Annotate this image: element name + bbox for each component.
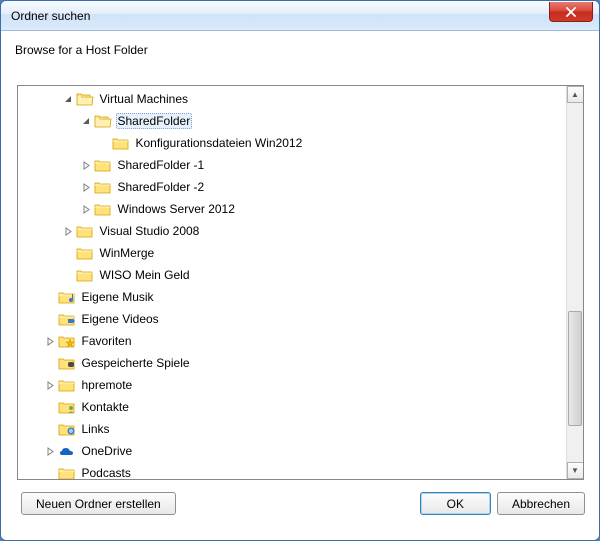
folder-icon <box>76 267 94 283</box>
indent <box>18 99 62 100</box>
tree-node-label: OneDrive <box>80 443 135 459</box>
tree-node[interactable]: Windows Server 2012 <box>18 198 566 220</box>
tree-node[interactable]: Podcasts <box>18 462 566 479</box>
folder-icon <box>94 201 112 217</box>
tree-node-label: Windows Server 2012 <box>116 201 237 217</box>
tree-node[interactable]: SharedFolder <box>18 110 566 132</box>
folder-icon <box>94 179 112 195</box>
cancel-button[interactable]: Abbrechen <box>497 492 585 515</box>
tree-node-label: hpremote <box>80 377 135 393</box>
folder-music-icon <box>58 289 76 305</box>
instruction-text: Browse for a Host Folder <box>15 43 585 57</box>
tree-node[interactable]: Eigene Musik <box>18 286 566 308</box>
indent <box>18 363 44 364</box>
indent <box>18 275 62 276</box>
links-icon <box>58 421 76 437</box>
tree-node[interactable]: SharedFolder -1 <box>18 154 566 176</box>
folder-video-icon <box>58 311 76 327</box>
folder-icon <box>58 377 76 393</box>
dialog-window: Ordner suchen Browse for a Host Folder V… <box>0 0 600 541</box>
scroll-down-button[interactable]: ▼ <box>567 462 584 479</box>
tree-node[interactable]: OneDrive <box>18 440 566 462</box>
tree-node-label: Virtual Machines <box>98 91 191 107</box>
indent <box>18 231 62 232</box>
indent <box>18 143 98 144</box>
indent <box>18 297 44 298</box>
onedrive-icon <box>58 443 76 459</box>
expand-icon[interactable] <box>44 447 58 456</box>
tree-node-label: Visual Studio 2008 <box>98 223 202 239</box>
folder-tree: Virtual Machines SharedFolder Konfiguratio… <box>17 85 584 480</box>
indent <box>18 341 44 342</box>
collapse-icon[interactable] <box>80 117 94 126</box>
tree-node[interactable]: WISO Mein Geld <box>18 264 566 286</box>
tree-node-label: Favoriten <box>80 333 134 349</box>
folder-icon <box>76 223 94 239</box>
new-folder-button[interactable]: Neuen Ordner erstellen <box>21 492 176 515</box>
folder-icon <box>58 465 76 479</box>
close-button[interactable] <box>549 2 593 22</box>
tree-node[interactable]: Favoriten <box>18 330 566 352</box>
tree-viewport[interactable]: Virtual Machines SharedFolder Konfiguratio… <box>18 86 566 479</box>
tree-node[interactable]: Kontakte <box>18 396 566 418</box>
tree-node-label: Eigene Videos <box>80 311 161 327</box>
indent <box>18 187 80 188</box>
indent <box>18 429 44 430</box>
tree-node[interactable]: Gespeicherte Spiele <box>18 352 566 374</box>
expand-icon[interactable] <box>44 337 58 346</box>
tree-node-label: Konfigurationsdateien Win2012 <box>134 135 305 151</box>
titlebar[interactable]: Ordner suchen <box>1 1 599 31</box>
collapse-icon[interactable] <box>62 95 76 104</box>
folder-icon <box>112 135 130 151</box>
tree-node[interactable]: hpremote <box>18 374 566 396</box>
folder-open-icon <box>94 113 112 129</box>
tree-node[interactable]: Visual Studio 2008 <box>18 220 566 242</box>
tree-node-label: SharedFolder <box>116 113 193 129</box>
close-icon <box>566 7 576 17</box>
indent <box>18 385 44 386</box>
tree-node[interactable]: Links <box>18 418 566 440</box>
indent <box>18 209 80 210</box>
tree-node-label: Kontakte <box>80 399 131 415</box>
ok-button[interactable]: OK <box>420 492 491 515</box>
tree-node-label: Links <box>80 421 112 437</box>
scroll-thumb[interactable] <box>568 311 582 426</box>
folder-icon <box>94 157 112 173</box>
tree-node-label: Podcasts <box>80 465 133 479</box>
indent <box>18 407 44 408</box>
folder-icon <box>76 245 94 261</box>
expand-icon[interactable] <box>62 227 76 236</box>
content-area: Browse for a Host Folder Virtual Machine… <box>1 31 599 480</box>
games-icon <box>58 355 76 371</box>
indent <box>18 319 44 320</box>
expand-icon[interactable] <box>80 183 94 192</box>
dialog-footer: Neuen Ordner erstellen OK Abbrechen <box>1 480 599 515</box>
window-title: Ordner suchen <box>1 9 90 23</box>
tree-node-label: SharedFolder -2 <box>116 179 207 195</box>
indent <box>18 165 80 166</box>
expand-icon[interactable] <box>44 381 58 390</box>
tree-node[interactable]: SharedFolder -2 <box>18 176 566 198</box>
tree-node-label: SharedFolder -1 <box>116 157 207 173</box>
tree-node[interactable]: WinMerge <box>18 242 566 264</box>
tree-node[interactable]: Konfigurationsdateien Win2012 <box>18 132 566 154</box>
tree-node-label: WinMerge <box>98 245 157 261</box>
scroll-up-button[interactable]: ▲ <box>567 86 584 103</box>
folder-open-icon <box>76 91 94 107</box>
tree-node[interactable]: Eigene Videos <box>18 308 566 330</box>
tree-node-label: Eigene Musik <box>80 289 156 305</box>
indent <box>18 121 80 122</box>
favorites-icon <box>58 333 76 349</box>
expand-icon[interactable] <box>80 205 94 214</box>
tree-node-label: Gespeicherte Spiele <box>80 355 192 371</box>
indent <box>18 473 44 474</box>
contacts-icon <box>58 399 76 415</box>
tree-node-label: WISO Mein Geld <box>98 267 192 283</box>
expand-icon[interactable] <box>80 161 94 170</box>
indent <box>18 451 44 452</box>
vertical-scrollbar[interactable]: ▲ ▼ <box>566 86 583 479</box>
indent <box>18 253 62 254</box>
tree-node[interactable]: Virtual Machines <box>18 88 566 110</box>
